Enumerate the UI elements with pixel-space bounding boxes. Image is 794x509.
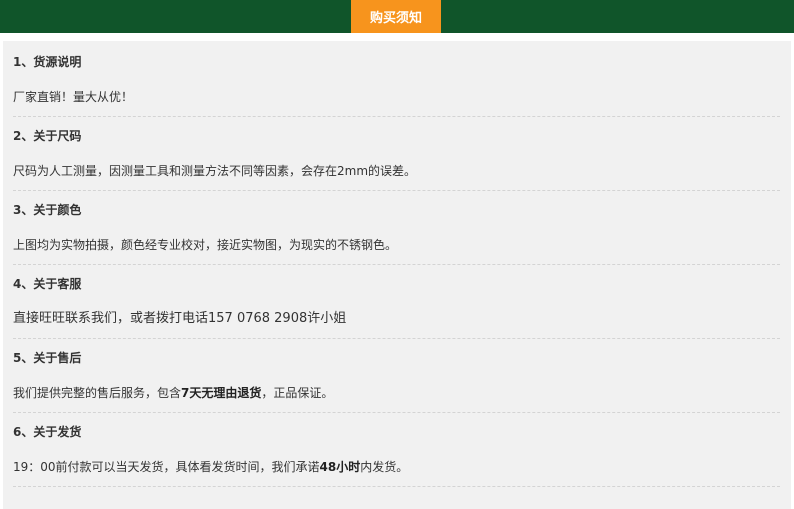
section-color: 3、关于颜色 上图均为实物拍摄，颜色经专业校对，接近实物图，为现实的不锈钢色。 xyxy=(13,200,780,255)
divider xyxy=(13,486,780,487)
section-title: 5、关于售后 xyxy=(13,351,82,365)
section-title: 2、关于尺码 xyxy=(13,129,82,143)
section-body: 我们提供完整的售后服务，包含7天无理由退货，正品保证。 xyxy=(13,383,780,403)
divider xyxy=(13,338,780,339)
body-text: ，正品保证。 xyxy=(261,386,334,400)
section-body: 19：00前付款可以当天发货，具体看发货时间，我们承诺48小时内发货。 xyxy=(13,457,780,477)
body-text: 我们提供完整的售后服务，包含 xyxy=(13,386,182,400)
section-source: 1、货源说明 厂家直销！量大从优！ xyxy=(13,52,780,107)
body-highlight: 48小时 xyxy=(319,460,361,474)
divider xyxy=(13,116,780,117)
section-title: 1、货源说明 xyxy=(13,55,82,69)
section-body: 厂家直销！量大从优！ xyxy=(13,90,134,104)
body-text: 内发货。 xyxy=(360,460,409,474)
section-customer-service: 4、关于客服 直接旺旺联系我们，或者拨打电话157 0768 2908许小姐 xyxy=(13,274,780,329)
header-bar: 购买须知 xyxy=(0,0,794,33)
section-title: 4、关于客服 xyxy=(13,277,82,291)
divider xyxy=(13,264,780,265)
section-shipping: 6、关于发货 19：00前付款可以当天发货，具体看发货时间，我们承诺48小时内发… xyxy=(13,422,780,477)
body-highlight: 7天无理由退货 xyxy=(181,386,262,400)
divider xyxy=(13,190,780,191)
section-body: 上图均为实物拍摄，颜色经专业校对，接近实物图，为现实的不锈钢色。 xyxy=(13,238,398,252)
section-body: 尺码为人工测量，因测量工具和测量方法不同等因素，会存在2mm的误差。 xyxy=(13,164,417,178)
section-body: 直接旺旺联系我们，或者拨打电话157 0768 2908许小姐 xyxy=(13,311,347,326)
divider xyxy=(13,412,780,413)
body-text: 19：00前付款可以当天发货，具体看发货时间，我们承诺 xyxy=(13,460,320,474)
section-size: 2、关于尺码 尺码为人工测量，因测量工具和测量方法不同等因素，会存在2mm的误差… xyxy=(13,126,780,181)
section-after-sales: 5、关于售后 我们提供完整的售后服务，包含7天无理由退货，正品保证。 xyxy=(13,348,780,403)
section-title: 3、关于颜色 xyxy=(13,203,82,217)
section-title: 6、关于发货 xyxy=(13,425,82,439)
purchase-notice-tab: 购买须知 xyxy=(351,0,441,33)
